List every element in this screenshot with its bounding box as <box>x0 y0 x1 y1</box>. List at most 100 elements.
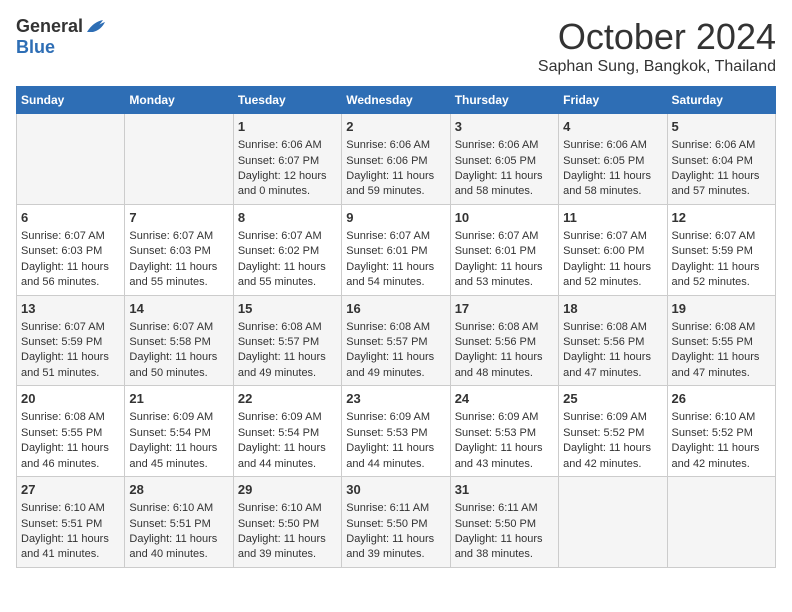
day-info: Daylight: 11 hours <box>455 260 554 275</box>
day-info: Sunrise: 6:06 AM <box>346 138 445 153</box>
day-number: 15 <box>238 300 337 318</box>
day-info: and 56 minutes. <box>21 275 120 290</box>
day-info: and 0 minutes. <box>238 184 337 199</box>
day-number: 7 <box>129 209 228 227</box>
day-info: and 58 minutes. <box>563 184 662 199</box>
calendar-cell: 4Sunrise: 6:06 AMSunset: 6:05 PMDaylight… <box>559 114 667 205</box>
day-number: 18 <box>563 300 662 318</box>
calendar-cell: 8Sunrise: 6:07 AMSunset: 6:02 PMDaylight… <box>233 204 341 295</box>
calendar-cell: 22Sunrise: 6:09 AMSunset: 5:54 PMDayligh… <box>233 386 341 477</box>
calendar-cell: 20Sunrise: 6:08 AMSunset: 5:55 PMDayligh… <box>17 386 125 477</box>
day-info: Sunrise: 6:07 AM <box>238 229 337 244</box>
day-info: Daylight: 11 hours <box>563 441 662 456</box>
day-info: Daylight: 11 hours <box>346 350 445 365</box>
day-info: and 43 minutes. <box>455 457 554 472</box>
day-info: and 39 minutes. <box>346 547 445 562</box>
day-info: Sunset: 5:58 PM <box>129 335 228 350</box>
day-info: Sunrise: 6:07 AM <box>129 320 228 335</box>
day-info: Sunrise: 6:08 AM <box>238 320 337 335</box>
calendar-cell: 18Sunrise: 6:08 AMSunset: 5:56 PMDayligh… <box>559 295 667 386</box>
title-area: October 2024 Saphan Sung, Bangkok, Thail… <box>538 16 776 76</box>
calendar-cell: 26Sunrise: 6:10 AMSunset: 5:52 PMDayligh… <box>667 386 775 477</box>
day-number: 24 <box>455 390 554 408</box>
day-info: Sunset: 5:55 PM <box>21 426 120 441</box>
weekday-header-saturday: Saturday <box>667 87 775 114</box>
calendar-week-1: 1Sunrise: 6:06 AMSunset: 6:07 PMDaylight… <box>17 114 776 205</box>
day-info: Sunset: 6:05 PM <box>455 154 554 169</box>
day-info: Daylight: 11 hours <box>563 350 662 365</box>
day-info: Sunrise: 6:07 AM <box>346 229 445 244</box>
day-info: Sunset: 6:02 PM <box>238 244 337 259</box>
day-info: and 46 minutes. <box>21 457 120 472</box>
month-title: October 2024 <box>538 16 776 58</box>
day-number: 5 <box>672 118 771 136</box>
day-info: Daylight: 11 hours <box>129 260 228 275</box>
day-info: Daylight: 11 hours <box>455 350 554 365</box>
day-info: and 58 minutes. <box>455 184 554 199</box>
day-number: 4 <box>563 118 662 136</box>
day-info: and 57 minutes. <box>672 184 771 199</box>
day-info: Sunset: 5:55 PM <box>672 335 771 350</box>
day-info: Sunrise: 6:10 AM <box>238 501 337 516</box>
day-info: Daylight: 11 hours <box>238 441 337 456</box>
calendar-cell: 15Sunrise: 6:08 AMSunset: 5:57 PMDayligh… <box>233 295 341 386</box>
day-number: 28 <box>129 481 228 499</box>
calendar-cell: 5Sunrise: 6:06 AMSunset: 6:04 PMDaylight… <box>667 114 775 205</box>
day-info: Sunrise: 6:08 AM <box>455 320 554 335</box>
day-info: Daylight: 11 hours <box>455 169 554 184</box>
day-info: Sunset: 6:06 PM <box>346 154 445 169</box>
day-info: Sunrise: 6:09 AM <box>238 410 337 425</box>
day-number: 30 <box>346 481 445 499</box>
calendar-cell: 19Sunrise: 6:08 AMSunset: 5:55 PMDayligh… <box>667 295 775 386</box>
day-info: and 55 minutes. <box>129 275 228 290</box>
day-info: and 52 minutes. <box>563 275 662 290</box>
day-info: Sunrise: 6:11 AM <box>455 501 554 516</box>
day-info: Sunset: 6:07 PM <box>238 154 337 169</box>
day-info: Daylight: 11 hours <box>129 532 228 547</box>
day-number: 19 <box>672 300 771 318</box>
day-number: 6 <box>21 209 120 227</box>
day-number: 9 <box>346 209 445 227</box>
day-info: and 44 minutes. <box>238 457 337 472</box>
day-info: Sunset: 5:56 PM <box>455 335 554 350</box>
day-info: Daylight: 11 hours <box>455 532 554 547</box>
day-number: 26 <box>672 390 771 408</box>
calendar-cell: 2Sunrise: 6:06 AMSunset: 6:06 PMDaylight… <box>342 114 450 205</box>
day-info: Sunset: 5:50 PM <box>238 517 337 532</box>
day-info: Sunrise: 6:09 AM <box>563 410 662 425</box>
day-info: and 44 minutes. <box>346 457 445 472</box>
day-info: Sunrise: 6:10 AM <box>672 410 771 425</box>
day-info: Sunset: 6:03 PM <box>129 244 228 259</box>
day-info: Sunset: 5:52 PM <box>563 426 662 441</box>
logo-bird-icon <box>85 18 107 36</box>
day-info: Daylight: 11 hours <box>563 169 662 184</box>
day-number: 25 <box>563 390 662 408</box>
day-info: Sunset: 5:51 PM <box>21 517 120 532</box>
day-info: Sunrise: 6:08 AM <box>346 320 445 335</box>
weekday-header-thursday: Thursday <box>450 87 558 114</box>
weekday-header-sunday: Sunday <box>17 87 125 114</box>
day-info: and 47 minutes. <box>563 366 662 381</box>
day-info: and 45 minutes. <box>129 457 228 472</box>
calendar-week-4: 20Sunrise: 6:08 AMSunset: 5:55 PMDayligh… <box>17 386 776 477</box>
day-info: Sunset: 6:03 PM <box>21 244 120 259</box>
calendar-cell: 25 Sunrise: 6:09 AMSunset: 5:52 PMDayligh… <box>559 386 667 477</box>
day-info: and 52 minutes. <box>672 275 771 290</box>
page-header: General Blue October 2024 Saphan Sung, B… <box>16 16 776 76</box>
calendar-cell: 13Sunrise: 6:07 AMSunset: 5:59 PMDayligh… <box>17 295 125 386</box>
day-info: Sunrise: 6:07 AM <box>455 229 554 244</box>
day-info: Sunrise: 6:11 AM <box>346 501 445 516</box>
day-info: Sunset: 5:52 PM <box>672 426 771 441</box>
day-info: Sunset: 5:50 PM <box>346 517 445 532</box>
day-info: Daylight: 11 hours <box>21 350 120 365</box>
day-info: Sunrise: 6:10 AM <box>129 501 228 516</box>
calendar-table: SundayMondayTuesdayWednesdayThursdayFrid… <box>16 86 776 568</box>
calendar-week-2: 6Sunrise: 6:07 AMSunset: 6:03 PMDaylight… <box>17 204 776 295</box>
day-number: 13 <box>21 300 120 318</box>
calendar-cell: 14Sunrise: 6:07 AMSunset: 5:58 PMDayligh… <box>125 295 233 386</box>
day-info: Daylight: 11 hours <box>21 260 120 275</box>
day-info: Daylight: 11 hours <box>129 441 228 456</box>
day-info: Sunset: 5:53 PM <box>346 426 445 441</box>
calendar-cell: 16Sunrise: 6:08 AMSunset: 5:57 PMDayligh… <box>342 295 450 386</box>
day-info: Daylight: 11 hours <box>238 350 337 365</box>
